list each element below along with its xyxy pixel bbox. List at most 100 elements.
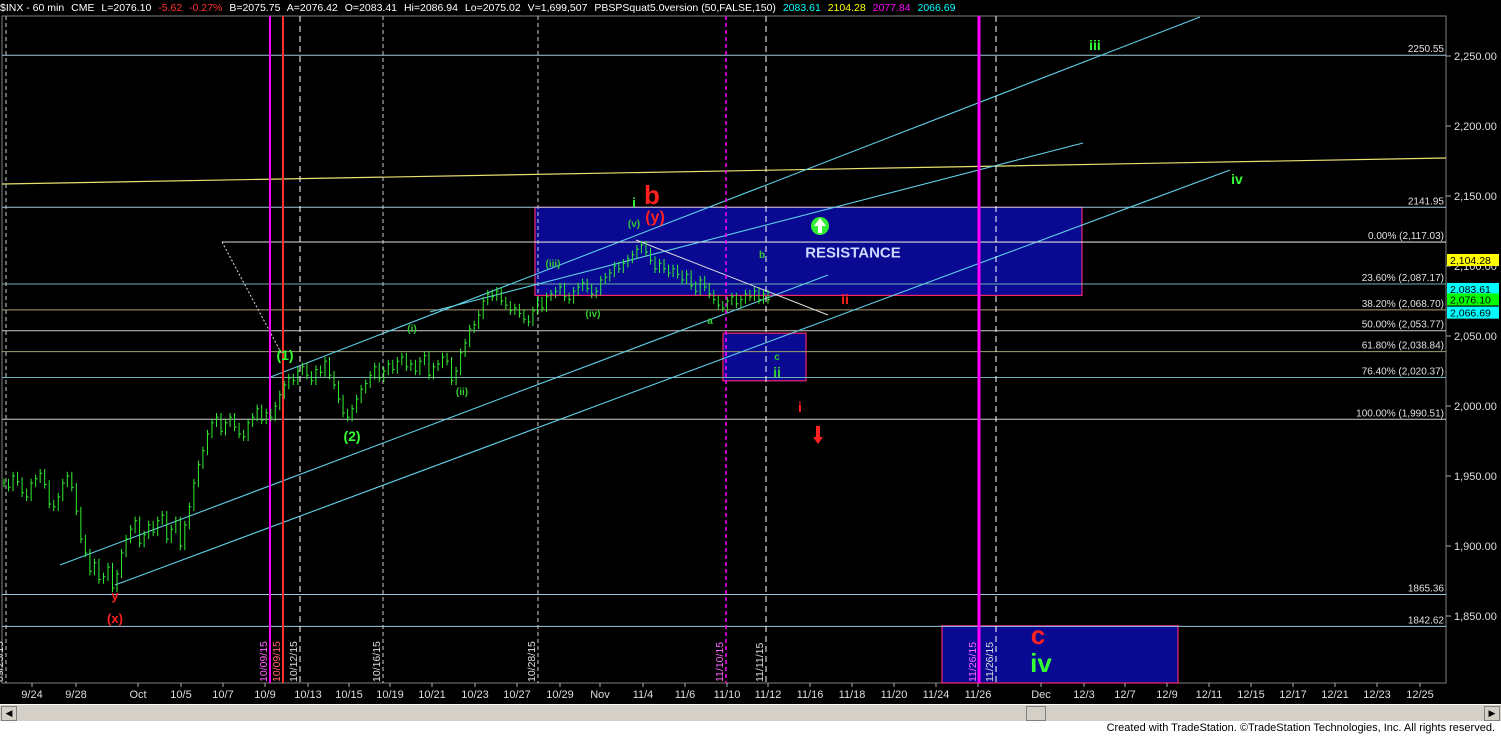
scroll-left-arrow-icon[interactable]: ◀ xyxy=(1,706,17,721)
wave-label: (ii) xyxy=(456,387,468,398)
y-tick-label: 2,050.00 xyxy=(1454,331,1497,343)
level-label: 2141.95 xyxy=(1408,196,1445,207)
exchange-label: CME xyxy=(71,2,95,14)
wave-label: b xyxy=(644,180,660,210)
wave-label: b xyxy=(759,250,765,261)
x-tick-label: 10/27 xyxy=(503,689,531,701)
change-pct: -0.27% xyxy=(189,2,223,14)
x-tick-label: 12/3 xyxy=(1073,689,1094,701)
date-marker-label: 10/09/15 xyxy=(258,641,270,682)
low-price: Lo=2075.02 xyxy=(464,2,521,14)
x-tick-label: 12/11 xyxy=(1196,689,1223,701)
copyright-text: Created with TradeStation. ©TradeStation… xyxy=(1106,722,1495,734)
wave-label: (1) xyxy=(276,347,293,363)
wave-label: iv xyxy=(1231,171,1243,187)
open-price: O=2083.41 xyxy=(344,2,398,14)
y-tick-label: 1,850.00 xyxy=(1454,611,1497,623)
wave-label: (iii) xyxy=(546,259,561,270)
x-tick-label: 10/19 xyxy=(376,689,404,701)
level-label: 23.60% (2,087.17) xyxy=(1362,273,1444,284)
x-tick-label: 9/24 xyxy=(21,689,42,701)
x-tick-label: 12/9 xyxy=(1156,689,1177,701)
wave-label: (2) xyxy=(343,428,360,444)
y-tick-label: 2,200.00 xyxy=(1454,121,1497,133)
date-marker-label: 09/23/15 xyxy=(0,641,6,682)
price-tag-label: 2,104.28 xyxy=(1450,255,1491,267)
x-tick-label: Nov xyxy=(590,689,610,701)
level-label: 50.00% (2,053.77) xyxy=(1362,320,1444,331)
scroll-thumb[interactable] xyxy=(1026,706,1046,721)
level-label: 2250.55 xyxy=(1408,44,1445,55)
price-tag: 2,104.28 xyxy=(1447,254,1499,267)
scroll-right-arrow-icon[interactable]: ▶ xyxy=(1484,706,1500,721)
x-tick-label: 11/24 xyxy=(923,689,950,701)
level-label: 0.00% (2,117.03) xyxy=(1368,231,1444,242)
bid-price: B=2075.75 xyxy=(229,2,281,14)
change-value: -5.62 xyxy=(158,2,183,14)
level-label: 1842.62 xyxy=(1408,615,1445,626)
high-price: Hi=2086.94 xyxy=(403,2,458,14)
wave-label: (iv) xyxy=(586,309,601,320)
y-tick-label: 1,950.00 xyxy=(1454,471,1497,483)
date-marker-label: 10/09/15 xyxy=(271,641,283,682)
price-chart: RESISTANCE 2250.55 2141.95 0.00% (2,117.03… xyxy=(0,0,1501,704)
date-marker-label: 11/26/15 xyxy=(967,642,979,682)
ask-price: A=2076.42 xyxy=(286,2,338,14)
x-tick-label: 12/25 xyxy=(1406,689,1434,701)
price-tag-label: 2,066.69 xyxy=(1450,308,1491,320)
x-tick-label: 10/23 xyxy=(461,689,489,701)
study-value-4: 2066.69 xyxy=(917,2,956,14)
y-tick-label: 2,150.00 xyxy=(1454,191,1497,203)
x-tick-label: 11/20 xyxy=(881,689,908,701)
x-tick-label: 11/6 xyxy=(675,689,696,701)
x-tick-label: 10/5 xyxy=(170,689,191,701)
y-tick-label: 2,000.00 xyxy=(1454,401,1497,413)
x-tick-label: 12/15 xyxy=(1237,689,1265,701)
horizontal-scrollbar[interactable]: ◀ ▶ xyxy=(0,704,1501,721)
x-tick-label: 10/7 xyxy=(212,689,233,701)
date-marker-label: 11/10/15 xyxy=(714,642,726,682)
wave-label: (y) xyxy=(645,209,665,226)
study-value-3: 2077.84 xyxy=(872,2,911,14)
copyright-footer: Created with TradeStation. ©TradeStation… xyxy=(0,721,1501,736)
level-label: 100.00% (1,990.51) xyxy=(1356,408,1444,419)
date-marker-label: 10/28/15 xyxy=(526,641,538,682)
wave-label: (i) xyxy=(407,324,416,335)
x-tick-label: 10/29 xyxy=(546,689,574,701)
date-marker-label: 11/26/15 xyxy=(984,642,996,682)
wave-label: (x) xyxy=(107,611,123,626)
x-tick-label: 11/18 xyxy=(839,689,866,701)
level-label: 1865.36 xyxy=(1408,583,1445,594)
wave-label: (v) xyxy=(628,219,640,230)
x-tick-label: Dec xyxy=(1031,689,1051,701)
x-tick-label: 11/12 xyxy=(755,689,782,701)
x-tick-label: 11/4 xyxy=(633,689,654,701)
x-tick-label: 10/21 xyxy=(418,689,446,701)
wave-label: a xyxy=(707,316,713,327)
wave-label: c xyxy=(1031,620,1045,650)
level-label: 38.20% (2,068.70) xyxy=(1362,299,1444,310)
wave-label: ii xyxy=(841,291,849,307)
x-tick-label: 12/7 xyxy=(1114,689,1135,701)
date-marker-label: 11/11/15 xyxy=(754,643,766,682)
wave-label: i xyxy=(798,399,802,415)
price-tag-label: 2,076.10 xyxy=(1450,294,1491,306)
x-tick-label: Oct xyxy=(129,689,146,701)
x-tick-label: 9/28 xyxy=(65,689,86,701)
resistance-label: RESISTANCE xyxy=(805,244,901,261)
study-value-2: 2104.28 xyxy=(827,2,866,14)
chart-header: $INX - 60 min CME L=2076.10 -5.62 -0.27%… xyxy=(0,0,1446,16)
wave-label: y xyxy=(111,588,119,603)
study-value-1: 2083.61 xyxy=(782,2,821,14)
x-tick-label: 12/17 xyxy=(1279,689,1307,701)
wave-label: iii xyxy=(1089,37,1101,53)
last-price: L=2076.10 xyxy=(101,2,152,14)
x-tick-label: 10/9 xyxy=(254,689,275,701)
x-tick-label: 11/10 xyxy=(714,689,741,701)
x-tick-label: 11/26 xyxy=(965,689,992,701)
wave-label: i xyxy=(632,195,636,210)
level-label: 61.80% (2,038.84) xyxy=(1362,341,1444,352)
study-name: PBSPSquat5.0version (50,FALSE,150) xyxy=(594,2,776,14)
wave-label: iv xyxy=(1030,648,1052,678)
x-tick-label: 10/15 xyxy=(335,689,363,701)
